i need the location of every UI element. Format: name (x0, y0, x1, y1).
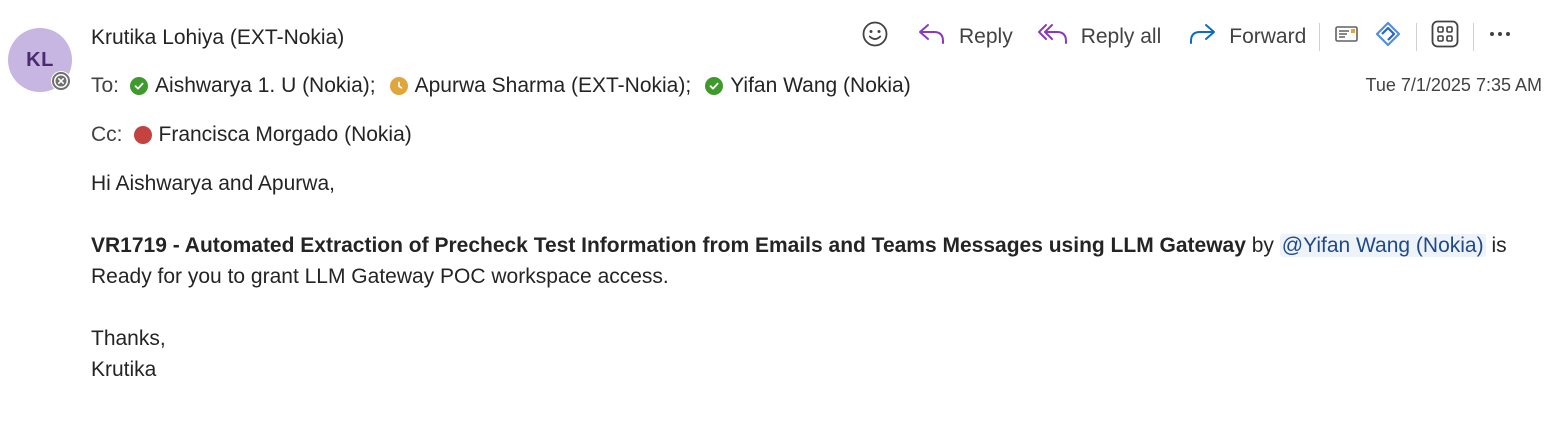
recipient-name: Aishwarya 1. U (Nokia) (155, 74, 370, 97)
recipient-name: Yifan Wang (Nokia) (730, 74, 911, 97)
closing: Thanks, (91, 327, 166, 350)
reply-icon (917, 21, 947, 53)
reply-label: Reply (959, 25, 1013, 48)
loop-button[interactable] (1367, 18, 1409, 56)
greeting: Hi Aishwarya and Apurwa, (91, 172, 335, 195)
subject-reference: VR1719 - Automated Extraction of Prechec… (91, 234, 1246, 257)
message-toolbar: Reply Reply all Forward (855, 18, 1519, 56)
emoji-reaction-button[interactable] (855, 18, 895, 56)
forward-label: Forward (1229, 25, 1307, 48)
signature: Krutika (91, 358, 157, 381)
message-header-icon (1333, 21, 1361, 53)
offline-status-icon (51, 71, 71, 91)
reply-all-label: Reply all (1080, 25, 1162, 48)
by-text: by (1245, 234, 1280, 257)
message-body: Hi Aishwarya and Apurwa, VR1719 - Automa… (91, 168, 1531, 385)
apps-icon (1430, 20, 1460, 54)
sender-name[interactable]: Krutika Lohiya (EXT-Nokia) (91, 24, 344, 52)
reply-all-icon (1037, 21, 1069, 53)
toolbar-divider (1416, 23, 1418, 51)
forward-icon (1187, 21, 1217, 53)
avatar-initials: KL (26, 48, 54, 71)
recipient-separator: ; (369, 74, 376, 97)
available-status-icon (705, 77, 724, 95)
cc-row: Cc: Francisca Morgado (Nokia) (91, 121, 412, 149)
apps-button[interactable] (1424, 18, 1466, 56)
toolbar-divider (1473, 23, 1475, 51)
available-status-icon (130, 77, 149, 95)
busy-status-icon (133, 126, 152, 144)
recipient-name: Francisca Morgado (Nokia) (158, 123, 412, 146)
emoji-icon (861, 20, 889, 54)
body-paragraph: VR1719 - Automated Extraction of Prechec… (91, 230, 1531, 292)
recipient-apurwa[interactable]: Apurwa Sharma (EXT-Nokia); (389, 72, 706, 100)
toolbar-divider (1319, 23, 1321, 51)
reply-all-button[interactable]: Reply all (1031, 18, 1168, 56)
recipient-yifan[interactable]: Yifan Wang (Nokia) (705, 72, 911, 100)
recipient-name: Apurwa Sharma (EXT-Nokia) (414, 74, 686, 97)
cc-prefix: Cc: (91, 123, 123, 146)
to-prefix: To: (91, 74, 120, 97)
mention-yifan[interactable]: @Yifan Wang (Nokia) (1279, 234, 1486, 257)
recipient-francisca[interactable]: Francisca Morgado (Nokia) (133, 121, 412, 149)
reply-button[interactable]: Reply (911, 18, 1019, 56)
more-actions-button[interactable] (1481, 18, 1519, 56)
recipient-separator: ; (685, 74, 692, 97)
forward-button[interactable]: Forward (1181, 18, 1312, 56)
more-icon (1487, 21, 1513, 53)
loop-icon (1373, 20, 1403, 54)
away-status-icon (389, 77, 408, 95)
to-row: To: Aishwarya 1. U (Nokia); Apurwa Sharm… (91, 72, 911, 100)
view-message-header-button[interactable] (1327, 18, 1367, 56)
recipient-aishwarya[interactable]: Aishwarya 1. U (Nokia); (130, 72, 390, 100)
sent-date: Tue 7/1/2025 7:35 AM (1365, 75, 1542, 95)
